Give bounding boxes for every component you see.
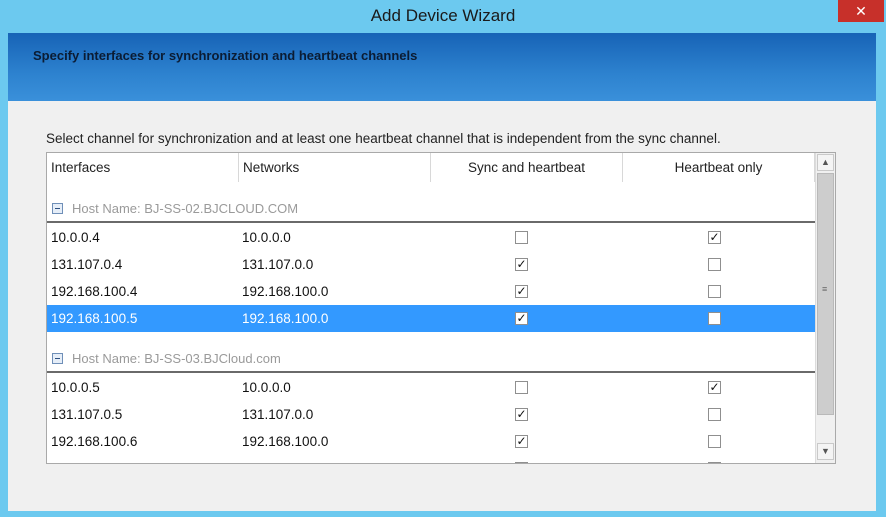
network-cell: 131.107.0.0: [242, 257, 314, 272]
table-row[interactable]: 192.168.100.7 192.168.100.0 ✓: [47, 455, 815, 463]
interfaces-grid[interactable]: Interfaces Networks Sync and heartbeat H…: [46, 152, 836, 464]
network-cell: 192.168.100.0: [242, 434, 329, 449]
group-divider: [47, 371, 815, 373]
heartbeat-only-checkbox[interactable]: [708, 312, 721, 325]
column-header-interfaces[interactable]: Interfaces: [47, 153, 239, 182]
title-bar: Add Device Wizard ✕: [0, 0, 886, 33]
grip-icon: ≡: [822, 284, 828, 294]
table-row[interactable]: 131.107.0.5 131.107.0.0 ✓: [47, 401, 815, 428]
interface-cell: 192.168.100.5: [51, 311, 138, 326]
scroll-down-icon[interactable]: ▼: [817, 443, 834, 460]
heartbeat-only-checkbox[interactable]: [708, 435, 721, 448]
table-row[interactable]: 192.168.100.4 192.168.100.0 ✓: [47, 278, 815, 305]
heartbeat-only-checkbox[interactable]: ✓: [708, 231, 721, 244]
sync-and-heartbeat-checkbox[interactable]: ✓: [515, 408, 528, 421]
network-cell: 192.168.100.0: [242, 455, 328, 463]
wizard-content: Specify interfaces for synchronization a…: [8, 33, 876, 511]
banner-heading: Specify interfaces for synchronization a…: [33, 48, 418, 63]
sync-and-heartbeat-checkbox[interactable]: [515, 381, 528, 394]
column-header-networks[interactable]: Networks: [239, 153, 431, 182]
table-row[interactable]: 10.0.0.5 10.0.0.0 ✓: [47, 374, 815, 401]
heartbeat-only-checkbox[interactable]: [708, 285, 721, 298]
sync-and-heartbeat-checkbox[interactable]: [515, 231, 528, 244]
interface-cell: 10.0.0.4: [51, 230, 100, 245]
collapse-icon[interactable]: [52, 353, 63, 364]
add-device-wizard-window: Add Device Wizard ✕ Specify interfaces f…: [0, 0, 886, 517]
network-cell: 10.0.0.0: [242, 230, 291, 245]
heartbeat-only-checkbox[interactable]: [708, 408, 721, 421]
wizard-banner: Specify interfaces for synchronization a…: [8, 33, 876, 101]
group-label: Host Name: BJ-SS-03.BJCloud.com: [72, 351, 281, 366]
sync-and-heartbeat-checkbox[interactable]: ✓: [515, 312, 528, 325]
grid-header: Interfaces Networks Sync and heartbeat H…: [47, 153, 815, 182]
group-divider: [47, 221, 815, 223]
interface-cell: 131.107.0.5: [51, 407, 123, 422]
group-row[interactable]: Host Name: BJ-SS-02.BJCLOUD.COM: [47, 195, 815, 223]
interface-cell: 131.107.0.4: [51, 257, 123, 272]
table-row[interactable]: 192.168.100.6 192.168.100.0 ✓: [47, 428, 815, 455]
interface-cell: 192.168.100.6: [51, 434, 138, 449]
scroll-up-icon[interactable]: ▲: [817, 154, 834, 171]
table-row[interactable]: 131.107.0.4 131.107.0.0 ✓: [47, 251, 815, 278]
table-row[interactable]: 10.0.0.4 10.0.0.0 ✓: [47, 224, 815, 251]
sync-and-heartbeat-checkbox[interactable]: ✓: [515, 285, 528, 298]
heartbeat-only-checkbox[interactable]: ✓: [708, 381, 721, 394]
sync-and-heartbeat-checkbox[interactable]: ✓: [515, 462, 528, 463]
window-title: Add Device Wizard: [370, 6, 516, 25]
vertical-scrollbar[interactable]: ▲ ≡ ▼: [815, 153, 835, 463]
interface-cell: 10.0.0.5: [51, 380, 100, 395]
heartbeat-only-checkbox[interactable]: [708, 462, 721, 463]
network-cell: 131.107.0.0: [242, 407, 314, 422]
collapse-icon[interactable]: [52, 203, 63, 214]
interface-cell: 192.168.100.7: [51, 455, 137, 463]
table-row-selected[interactable]: 192.168.100.5 192.168.100.0 ✓: [47, 305, 815, 332]
network-cell: 192.168.100.0: [242, 311, 329, 326]
scrollbar-thumb[interactable]: ≡: [817, 173, 834, 415]
group-row[interactable]: Host Name: BJ-SS-03.BJCloud.com: [47, 345, 815, 373]
column-header-sync-and-heartbeat[interactable]: Sync and heartbeat: [431, 153, 623, 182]
heartbeat-only-checkbox[interactable]: [708, 258, 721, 271]
instruction-text: Select channel for synchronization and a…: [46, 131, 721, 146]
sync-and-heartbeat-checkbox[interactable]: ✓: [515, 258, 528, 271]
network-cell: 192.168.100.0: [242, 284, 329, 299]
interface-cell: 192.168.100.4: [51, 284, 138, 299]
column-header-heartbeat-only[interactable]: Heartbeat only: [623, 153, 815, 182]
close-button[interactable]: ✕: [838, 0, 884, 22]
sync-and-heartbeat-checkbox[interactable]: ✓: [515, 435, 528, 448]
group-label: Host Name: BJ-SS-02.BJCLOUD.COM: [72, 201, 299, 216]
network-cell: 10.0.0.0: [242, 380, 291, 395]
